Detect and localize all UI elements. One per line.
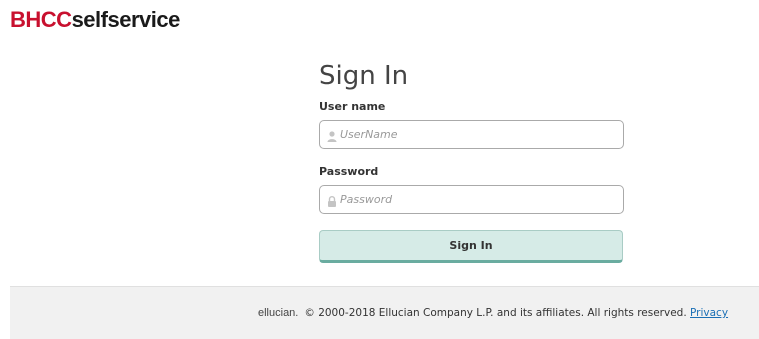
sign-in-button[interactable]: Sign In — [319, 230, 623, 263]
logo-brand: BHCC — [10, 7, 72, 32]
copyright-text: © 2000-2018 Ellucian Company L.P. and it… — [304, 307, 687, 319]
username-label: User name — [319, 100, 386, 113]
ellucian-logo: ellucian. — [258, 307, 299, 319]
site-logo[interactable]: BHCCselfservice — [10, 7, 180, 33]
password-label: Password — [319, 165, 379, 178]
logo-suffix: selfservice — [71, 7, 181, 32]
footer-text: ellucian. © 2000-2018 Ellucian Company L.… — [258, 307, 728, 319]
privacy-link[interactable]: Privacy — [690, 307, 728, 319]
page: BHCCselfservice Sign In User name Passwo… — [0, 0, 759, 339]
password-field-wrapper — [319, 185, 624, 214]
sign-in-form: Sign In User name Password Sign In — [319, 60, 624, 263]
username-input[interactable] — [340, 121, 610, 148]
user-icon — [326, 128, 338, 142]
password-input[interactable] — [340, 186, 610, 213]
username-field-wrapper — [319, 120, 624, 149]
footer: ellucian. © 2000-2018 Ellucian Company L.… — [10, 286, 759, 339]
lock-icon — [326, 193, 338, 207]
page-title: Sign In — [319, 61, 409, 91]
